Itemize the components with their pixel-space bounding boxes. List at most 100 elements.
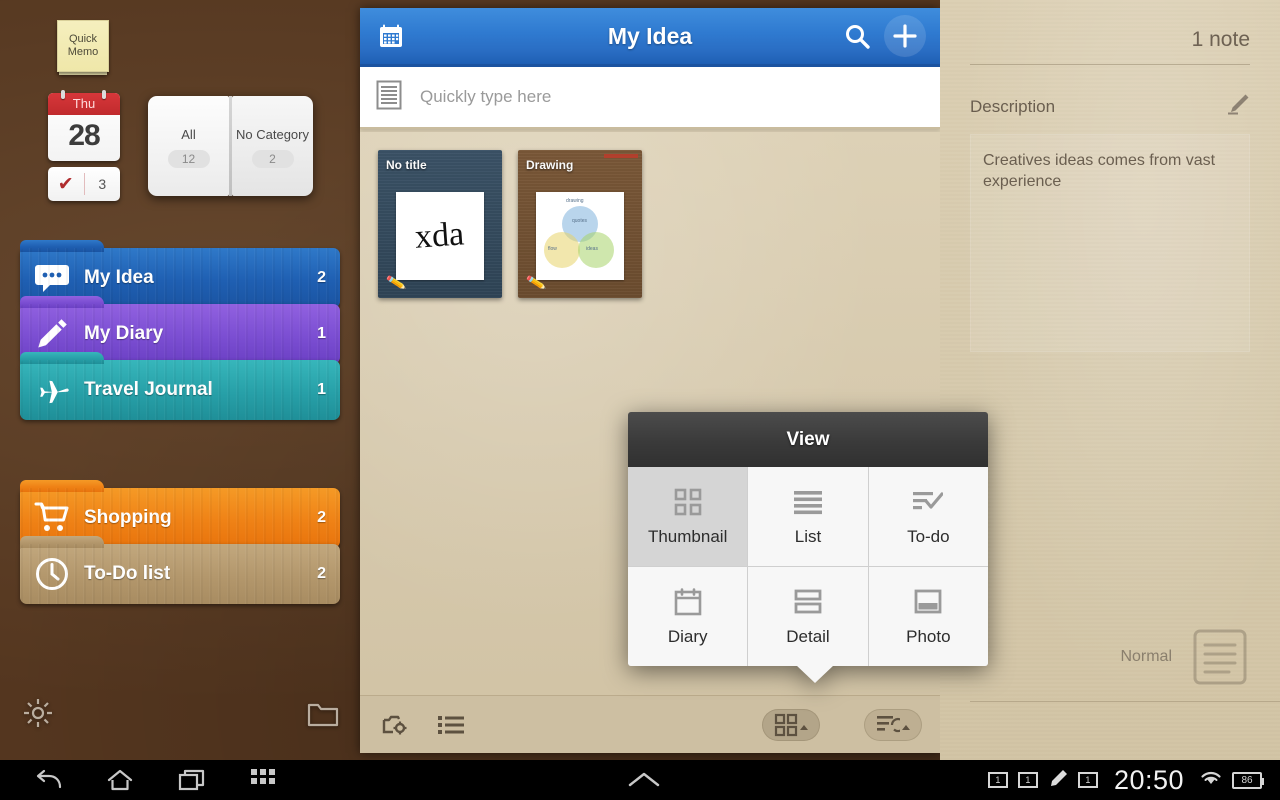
quick-memo-widget[interactable]: Quick Memo [57, 20, 109, 72]
android-system-bar: 1 1 1 20:50 86 [0, 760, 1280, 800]
folder-label: Shopping [84, 507, 172, 528]
view-option-detail[interactable]: Detail [748, 567, 868, 666]
note-detail-panel: 1 note Description Creatives ideas comes… [940, 0, 1280, 760]
folder-label: To-Do list [84, 563, 171, 584]
home-icon[interactable] [84, 760, 156, 800]
note-title: No title [386, 158, 427, 172]
book-label-all: All [181, 127, 196, 143]
airplane-icon [20, 372, 84, 408]
view-option-thumbnail[interactable]: Thumbnail [628, 467, 748, 566]
view-popup-menu: View Thumbnail List To-do Diary Detail P… [628, 412, 988, 683]
view-option-diary[interactable]: Diary [628, 567, 748, 666]
view-option-to-do[interactable]: To-do [868, 467, 988, 566]
note-lines-icon[interactable] [376, 80, 402, 115]
book-count-no-category: 2 [251, 149, 294, 168]
folder-count: 2 [317, 269, 326, 286]
grid-2x2-icon [674, 487, 702, 517]
folder-count: 1 [317, 381, 326, 398]
folder-group-secondary: Shopping 2 To-Do list 2 [20, 480, 340, 604]
description-field[interactable]: Creatives ideas comes from vast experien… [970, 134, 1250, 352]
venn-diagram-sketch: drawing quotes flow ideas [536, 192, 624, 280]
priority-row[interactable]: Normal [970, 627, 1250, 687]
popup-tail [796, 665, 834, 683]
add-note-button[interactable] [884, 15, 926, 57]
sort-button[interactable] [864, 708, 922, 741]
folder-count: 2 [317, 565, 326, 582]
category-book-widget[interactable]: All 12 No Category 2 [148, 96, 313, 196]
apps-grid-icon[interactable] [228, 760, 300, 800]
folder-to-do-list[interactable]: To-Do list 2 [20, 536, 340, 604]
wifi-icon [1200, 769, 1222, 792]
detail-rows-icon [794, 587, 822, 617]
note-title: Drawing [526, 158, 574, 172]
view-option-list[interactable]: List [748, 467, 868, 566]
calendar-widget[interactable]: Thu 28 ✔ 3 [48, 90, 120, 201]
priority-label: Normal [1120, 648, 1172, 665]
book-page-all[interactable]: All 12 [148, 96, 229, 196]
quick-memo-line1: Quick [68, 33, 98, 46]
folder-group-primary: My Idea 2 My Diary 1 Travel Journal 1 [20, 240, 340, 420]
bullet-list-icon[interactable] [434, 710, 468, 740]
chevron-up-icon[interactable] [614, 771, 674, 789]
view-option-photo[interactable]: Photo [868, 567, 988, 666]
note-edit-pencil-icon: ✏️ [385, 273, 408, 294]
view-option-label: Detail [786, 626, 830, 646]
list-lines-icon [793, 487, 823, 517]
folder-icon[interactable] [307, 700, 339, 728]
folder-count: 1 [317, 325, 326, 342]
search-icon[interactable] [840, 19, 874, 53]
camera-settings-icon[interactable] [378, 710, 412, 740]
calendar-day: 28 [68, 119, 100, 152]
status-clock: 20:50 [1113, 764, 1185, 795]
view-option-label: Photo [906, 626, 951, 646]
view-option-label: List [794, 526, 822, 546]
note-preview-text: xda [414, 215, 466, 256]
note-card[interactable]: No title xda ✏️ [378, 150, 502, 298]
chevron-up-icon [902, 725, 910, 730]
calendar-weekday: Thu [48, 93, 120, 115]
description-label: Description [970, 96, 1056, 116]
pencil-icon [1048, 769, 1068, 792]
book-count-all: 12 [167, 149, 210, 168]
calendar-box-icon [674, 587, 702, 617]
book-label-no-category: No Category [236, 127, 309, 143]
tablet-screen: Quick Memo Thu 28 ✔ 3 All 12 No Category… [0, 0, 1280, 800]
folder-count: 2 [317, 509, 326, 526]
pencil-icon [20, 316, 84, 352]
back-icon[interactable] [12, 760, 84, 800]
book-page-no-category[interactable]: No Category 2 [232, 96, 313, 196]
note-edit-pencil-icon: ✏️ [525, 273, 548, 294]
note-count-label: 1 note [1191, 28, 1250, 51]
view-mode-button[interactable] [762, 708, 820, 741]
gear-icon[interactable] [22, 697, 54, 729]
notification-badge-icon: 1 [987, 772, 1008, 788]
folder-travel-journal[interactable]: Travel Journal 1 [20, 352, 340, 420]
pencil-edit-icon[interactable] [1226, 93, 1250, 120]
speech-bubble-icon [20, 260, 84, 296]
quick-memo-line2: Memo [67, 46, 99, 58]
panel-divider [970, 64, 1250, 65]
chevron-up-icon [800, 725, 808, 730]
view-options-grid: Thumbnail List To-do Diary Detail Photo [628, 467, 988, 666]
panel-bottom-divider [970, 701, 1280, 702]
folder-label: My Diary [84, 323, 164, 344]
calendar-pin-left [61, 90, 65, 99]
recents-icon[interactable] [156, 760, 228, 800]
notification-badge-icon: 1 [1077, 772, 1098, 788]
shopping-cart-icon [20, 500, 84, 536]
note-preview: xda [396, 192, 484, 280]
quick-type-input[interactable]: Quickly type here [420, 87, 551, 107]
view-popup-title: View [628, 412, 988, 467]
view-option-label: To-do [907, 526, 950, 546]
note-card[interactable]: Drawing drawing quotes flow ideas ✏️ [518, 150, 642, 298]
status-tray[interactable]: 1 1 1 20:50 86 [987, 764, 1268, 796]
app-action-bar: My Idea [360, 8, 940, 67]
calendar-card: Thu 28 [48, 93, 120, 161]
folder-label: Travel Journal [84, 379, 213, 400]
photo-frame-icon [914, 587, 942, 617]
calendar-task-widget[interactable]: ✔ 3 [48, 167, 120, 201]
calendar-icon[interactable] [374, 19, 408, 53]
quick-type-bar[interactable]: Quickly type here [360, 67, 940, 129]
folder-label: My Idea [84, 267, 154, 288]
view-option-label: Diary [667, 626, 708, 646]
